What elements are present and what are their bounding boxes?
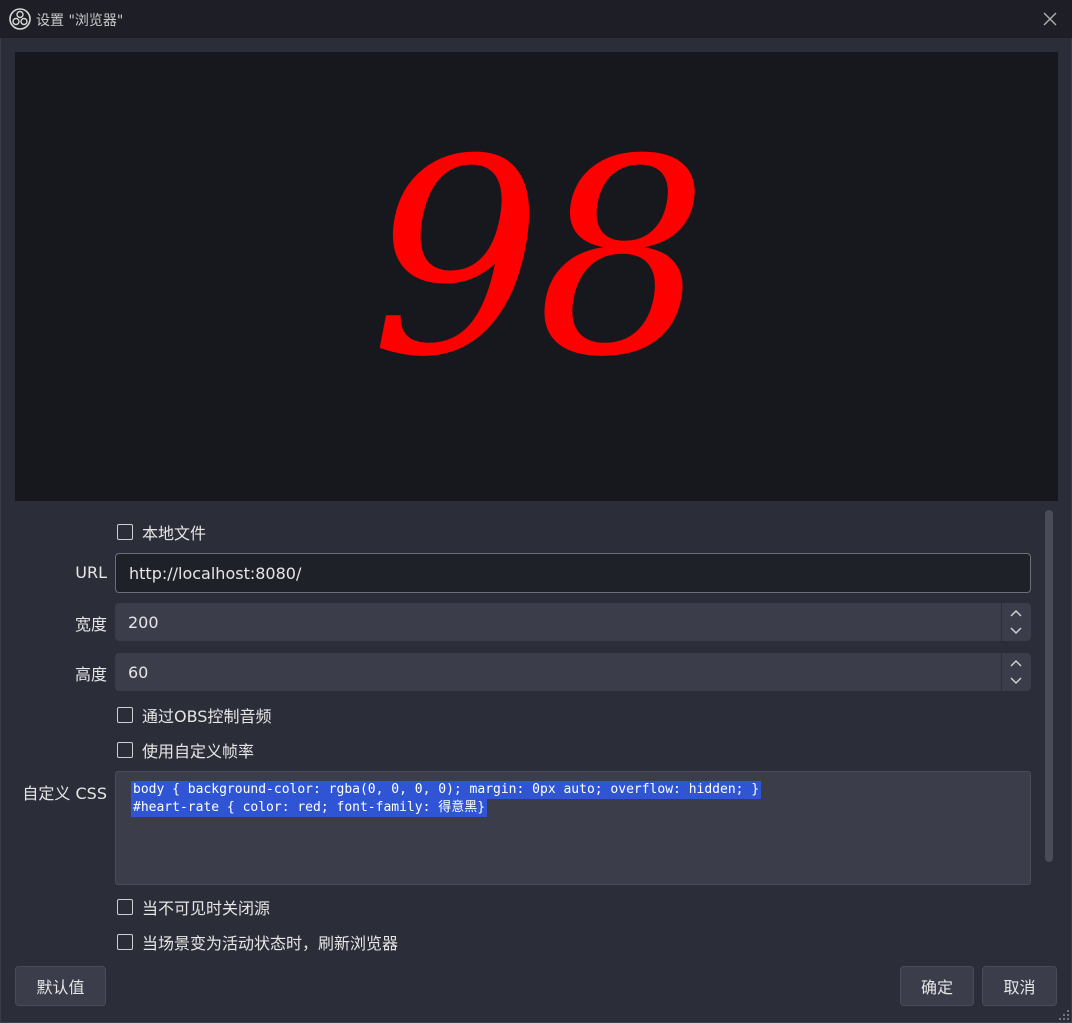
height-spinbox[interactable]: 60 (115, 653, 1031, 691)
control-audio-label: 通过OBS控制音频 (142, 707, 272, 726)
browser-preview: 98 (15, 52, 1058, 501)
shutdown-when-hidden-option[interactable]: 当不可见时关闭源 (117, 896, 270, 918)
refresh-on-active-label: 当场景变为活动状态时，刷新浏览器 (142, 934, 399, 953)
spinbox-divider (1001, 653, 1002, 691)
refresh-on-active-checkbox[interactable] (117, 934, 133, 950)
resize-grip-icon[interactable] (1058, 1009, 1070, 1021)
chevron-up-icon[interactable] (1006, 606, 1026, 622)
spinbox-divider (1001, 603, 1002, 641)
url-value: http://localhost:8080/ (129, 563, 302, 583)
shutdown-when-hidden-checkbox[interactable] (117, 899, 133, 915)
properties-scrollbar[interactable] (1043, 508, 1056, 955)
chevron-down-icon[interactable] (1006, 622, 1026, 638)
ok-button[interactable]: 确定 (900, 966, 974, 1006)
url-input[interactable]: http://localhost:8080/ (115, 553, 1031, 593)
url-label: URL (75, 563, 107, 582)
local-file-checkbox[interactable] (117, 524, 133, 540)
height-value: 60 (128, 663, 149, 682)
scrollbar-thumb[interactable] (1045, 510, 1053, 862)
close-icon[interactable] (1038, 8, 1062, 30)
custom-css-textarea[interactable]: body { background-color: rgba(0, 0, 0, 0… (115, 771, 1031, 885)
control-audio-checkbox[interactable] (117, 707, 133, 723)
refresh-on-active-option[interactable]: 当场景变为活动状态时，刷新浏览器 (117, 931, 398, 953)
local-file-label: 本地文件 (142, 524, 207, 543)
custom-css-label: 自定义 CSS (22, 784, 107, 803)
custom-fps-checkbox[interactable] (117, 742, 133, 758)
custom-fps-label: 使用自定义帧率 (142, 742, 255, 761)
css-line: body { background-color: rgba(0, 0, 0, 0… (131, 781, 762, 799)
custom-fps-option[interactable]: 使用自定义帧率 (117, 739, 254, 761)
local-file-option[interactable]: 本地文件 (117, 521, 206, 543)
window-title: 设置 "浏览器" (36, 13, 124, 29)
chevron-up-icon[interactable] (1006, 656, 1026, 672)
cancel-button[interactable]: 取消 (982, 966, 1057, 1006)
preview-heart-rate-text: 98 (370, 101, 709, 416)
css-line: #heart-rate { color: red; font-family: 得… (131, 799, 488, 817)
shutdown-when-hidden-label: 当不可见时关闭源 (142, 899, 271, 918)
title-bar: 设置 "浏览器" (0, 0, 1072, 38)
height-label: 高度 (74, 665, 107, 684)
width-value: 200 (128, 613, 159, 632)
obs-logo-icon (9, 8, 31, 30)
width-label: 宽度 (74, 615, 107, 634)
defaults-button[interactable]: 默认值 (15, 966, 106, 1006)
chevron-down-icon[interactable] (1006, 672, 1026, 688)
width-spinbox[interactable]: 200 (115, 603, 1031, 641)
control-audio-option[interactable]: 通过OBS控制音频 (117, 704, 271, 726)
